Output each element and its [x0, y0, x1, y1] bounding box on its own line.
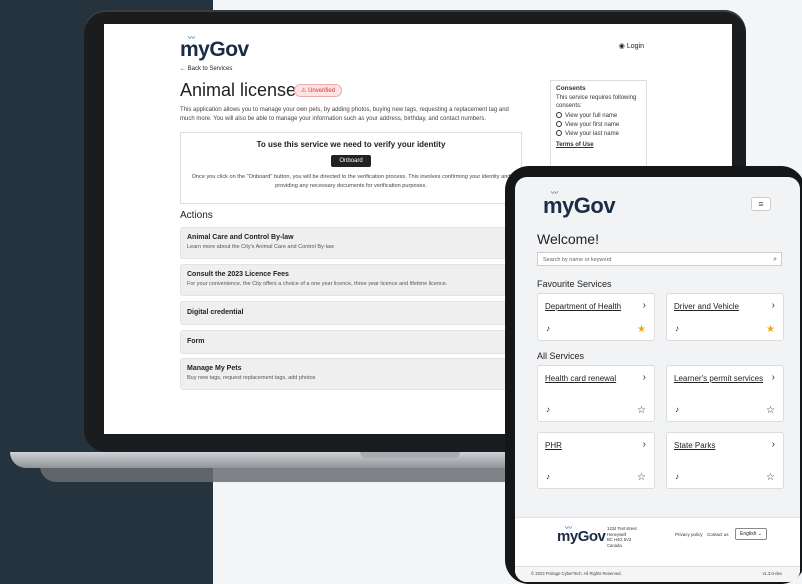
back-to-services-link[interactable]: ← Back to Services	[180, 66, 232, 72]
action-card[interactable]: Animal Care and Control By-law Learn mor…	[180, 227, 523, 259]
service-title[interactable]: Health card renewal	[545, 374, 616, 383]
service-card[interactable]: Health card renewal › ♪ ☆	[537, 365, 655, 422]
action-card[interactable]: Consult the 2023 Licence Fees For your c…	[180, 264, 523, 296]
chevron-right-icon: ›	[642, 439, 646, 450]
service-title[interactable]: PHR	[545, 441, 562, 450]
service-card[interactable]: PHR › ♪ ☆	[537, 432, 655, 489]
privacy-policy-link[interactable]: Privacy policy	[675, 532, 703, 537]
tablet-screen: 〰 myGov ≡ Welcome! Search by name or key…	[515, 177, 800, 582]
actions-heading: Actions	[180, 210, 213, 221]
mygov-logo[interactable]: 〰 myGov	[543, 190, 616, 219]
star-outline-icon[interactable]: ☆	[637, 405, 646, 416]
service-title[interactable]: Learner's permit services	[674, 374, 763, 383]
chevron-right-icon: ›	[771, 439, 775, 450]
service-card[interactable]: State Parks › ♪ ☆	[666, 432, 784, 489]
chevron-right-icon: ›	[771, 372, 775, 383]
version-text: v1.3.0-dev	[762, 571, 782, 576]
service-title[interactable]: Driver and Vehicle	[674, 302, 739, 311]
language-select[interactable]: English ⌄	[735, 528, 767, 540]
footer-address: 1234 Test street Honeywell BC H4G 5V3 Ca…	[607, 526, 637, 548]
logo-spark-icon: 〰	[551, 190, 558, 197]
warning-icon: ⚠	[301, 88, 307, 94]
logo-spark-icon: 〰	[188, 35, 195, 42]
user-circle-icon	[556, 121, 562, 127]
user-circle-icon	[556, 112, 562, 118]
action-title: Animal Care and Control By-law	[187, 234, 294, 241]
consents-subtitle: This service requires following consents…	[556, 95, 637, 109]
bell-icon[interactable]: ♪	[675, 472, 679, 481]
action-card[interactable]: Manage My Pets Buy new tags, request rep…	[180, 358, 523, 390]
action-description: Buy new tags, request replacement tags, …	[187, 375, 316, 381]
logo-spark-icon: 〰	[565, 525, 572, 532]
consent-item: View your full name	[556, 112, 641, 119]
chevron-right-icon: ›	[642, 372, 646, 383]
user-icon: ◉	[618, 43, 625, 50]
onboard-button[interactable]: Onboard	[331, 155, 371, 167]
star-outline-icon[interactable]: ☆	[637, 472, 646, 483]
page-title: Animal licenses	[180, 80, 306, 100]
star-outline-icon[interactable]: ☆	[766, 472, 775, 483]
search-input[interactable]: Search by name or keyword ⌕	[537, 252, 782, 266]
consent-item: View your last name	[556, 130, 641, 137]
user-circle-icon	[556, 130, 562, 136]
action-card[interactable]: Digital credential L	[180, 301, 523, 325]
copyright-text: © 2023 Portage CyberTech. All Rights Res…	[531, 571, 622, 576]
search-icon[interactable]: ⌕	[773, 253, 777, 267]
bell-icon[interactable]: ♪	[546, 405, 550, 414]
chevron-right-icon: ›	[771, 300, 775, 311]
login-link[interactable]: ◉ Login	[619, 42, 644, 50]
star-filled-icon[interactable]: ★	[766, 324, 775, 335]
status-badge: ⚠ Unverified	[294, 84, 343, 97]
action-description: For your convenience, the City offers a …	[187, 281, 448, 287]
service-title[interactable]: Department of Health	[545, 302, 621, 311]
terms-of-use-link[interactable]: Terms of Use	[556, 142, 641, 148]
action-title: Manage My Pets	[187, 365, 242, 372]
service-card[interactable]: Driver and Vehicle › ♪ ★	[666, 293, 784, 341]
consents-panel: Consents This service requires following…	[550, 80, 647, 168]
footer-mygov-logo: 〰 myGov	[557, 525, 606, 545]
action-description: Learn more about the City's Animal Care …	[187, 244, 334, 250]
chevron-right-icon: ›	[642, 300, 646, 311]
verify-title: To use this service we need to verify yo…	[256, 140, 446, 149]
service-card[interactable]: Department of Health › ♪ ★	[537, 293, 655, 341]
consent-item: View your first name	[556, 121, 641, 128]
bell-icon[interactable]: ♪	[546, 324, 550, 333]
bell-icon[interactable]: ♪	[675, 405, 679, 414]
footer: 〰 myGov 1234 Test street Honeywell BC H4…	[515, 517, 800, 582]
welcome-heading: Welcome!	[537, 231, 599, 247]
verify-description: Once you click on the "Onboard" button, …	[191, 174, 511, 189]
consents-heading: Consents	[556, 85, 586, 92]
service-description: This application allows you to manage yo…	[180, 107, 509, 122]
service-title[interactable]: State Parks	[674, 441, 715, 450]
action-title: Digital credential	[187, 309, 244, 316]
contact-us-link[interactable]: Contact us	[707, 532, 729, 537]
action-title: Consult the 2023 Licence Fees	[187, 271, 289, 278]
service-card[interactable]: Learner's permit services › ♪ ☆	[666, 365, 784, 422]
action-title: Form	[187, 338, 205, 345]
bell-icon[interactable]: ♪	[546, 472, 550, 481]
mygov-logo[interactable]: 〰 myGov	[180, 35, 249, 62]
all-services-heading: All Services	[537, 351, 585, 361]
bell-icon[interactable]: ♪	[675, 324, 679, 333]
laptop-notch	[360, 452, 460, 458]
footer-bottom-bar: © 2023 Portage CyberTech. All Rights Res…	[515, 566, 800, 582]
favourites-heading: Favourite Services	[537, 279, 612, 289]
verify-identity-panel: To use this service we need to verify yo…	[180, 132, 522, 204]
action-card[interactable]: Form L	[180, 330, 523, 354]
hamburger-menu-icon[interactable]: ≡	[751, 197, 771, 211]
star-filled-icon[interactable]: ★	[637, 324, 646, 335]
star-outline-icon[interactable]: ☆	[766, 405, 775, 416]
